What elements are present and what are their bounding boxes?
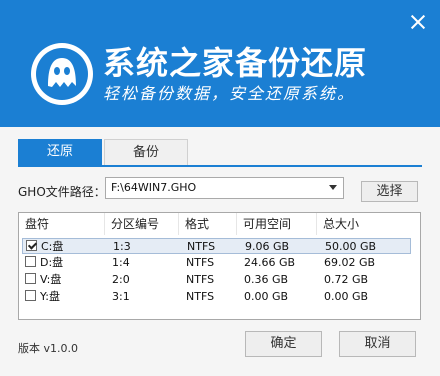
total-cell: 0.72 GB — [324, 273, 369, 286]
format-cell: NTFS — [186, 273, 215, 286]
ghost-logo-icon — [31, 43, 93, 105]
drive-cell: Y:盘 — [40, 290, 60, 303]
free-cell: 0.00 GB — [244, 290, 289, 303]
confirm-button[interactable]: 确定 — [245, 331, 322, 357]
column-header-partition: 分区编号 — [105, 213, 179, 235]
drive-cell: V:盘 — [40, 273, 62, 286]
column-header-drive: 盘符 — [19, 213, 105, 235]
checkbox-icon[interactable] — [25, 273, 36, 284]
column-header-free: 可用空间 — [237, 213, 317, 235]
header-banner: 系统之家备份还原 轻松备份数据，安全还原系统。 — [0, 0, 440, 127]
checkbox-icon[interactable] — [25, 256, 36, 267]
free-cell: 9.06 GB — [245, 240, 290, 253]
tab-backup[interactable]: 备份 — [104, 139, 188, 165]
table-header: 盘符 分区编号 格式 可用空间 总大小 — [19, 213, 420, 235]
free-cell: 0.36 GB — [244, 273, 289, 286]
tab-bar: 还原 备份 — [0, 127, 440, 167]
column-header-format: 格式 — [179, 213, 237, 235]
partition-table: 盘符 分区编号 格式 可用空间 总大小 C:盘 1:3 NTFS 9.06 GB… — [18, 212, 421, 320]
gho-path-select[interactable]: F:\64WIN7.GHO — [105, 177, 344, 199]
chevron-down-icon — [329, 185, 337, 190]
free-cell: 24.66 GB — [244, 256, 296, 269]
select-file-button[interactable]: 选择 — [361, 181, 418, 202]
table-row[interactable]: Y:盘 3:1 NTFS 0.00 GB 0.00 GB — [22, 289, 411, 305]
total-cell: 69.02 GB — [324, 256, 376, 269]
table-row[interactable]: V:盘 2:0 NTFS 0.36 GB 0.72 GB — [22, 272, 411, 288]
format-cell: NTFS — [187, 240, 216, 253]
column-header-total: 总大小 — [323, 217, 360, 231]
app-title: 系统之家备份还原 — [103, 44, 368, 82]
drive-cell: D:盘 — [40, 256, 64, 269]
table-row[interactable]: D:盘 1:4 NTFS 24.66 GB 69.02 GB — [22, 255, 411, 271]
drive-cell: C:盘 — [41, 240, 64, 253]
tab-restore[interactable]: 还原 — [18, 139, 102, 165]
checkbox-icon[interactable] — [26, 240, 37, 251]
table-row[interactable]: C:盘 1:3 NTFS 9.06 GB 50.00 GB — [22, 238, 411, 254]
cancel-button[interactable]: 取消 — [339, 331, 416, 357]
partition-cell: 2:0 — [112, 273, 130, 286]
total-cell: 0.00 GB — [324, 290, 369, 303]
app-subtitle: 轻松备份数据，安全还原系统。 — [103, 84, 356, 103]
checkbox-icon[interactable] — [25, 290, 36, 301]
gho-path-value: F:\64WIN7.GHO — [111, 181, 197, 194]
version-label: 版本 v1.0.0 — [18, 342, 78, 355]
partition-cell: 1:4 — [112, 256, 130, 269]
format-cell: NTFS — [186, 256, 215, 269]
partition-cell: 3:1 — [112, 290, 130, 303]
close-icon[interactable] — [410, 14, 426, 30]
app-window: 系统之家备份还原 轻松备份数据，安全还原系统。 还原 备份 GHO文件路径： F… — [0, 0, 440, 376]
total-cell: 50.00 GB — [325, 240, 377, 253]
partition-cell: 1:3 — [113, 240, 131, 253]
format-cell: NTFS — [186, 290, 215, 303]
gho-path-label: GHO文件路径： — [18, 185, 106, 199]
